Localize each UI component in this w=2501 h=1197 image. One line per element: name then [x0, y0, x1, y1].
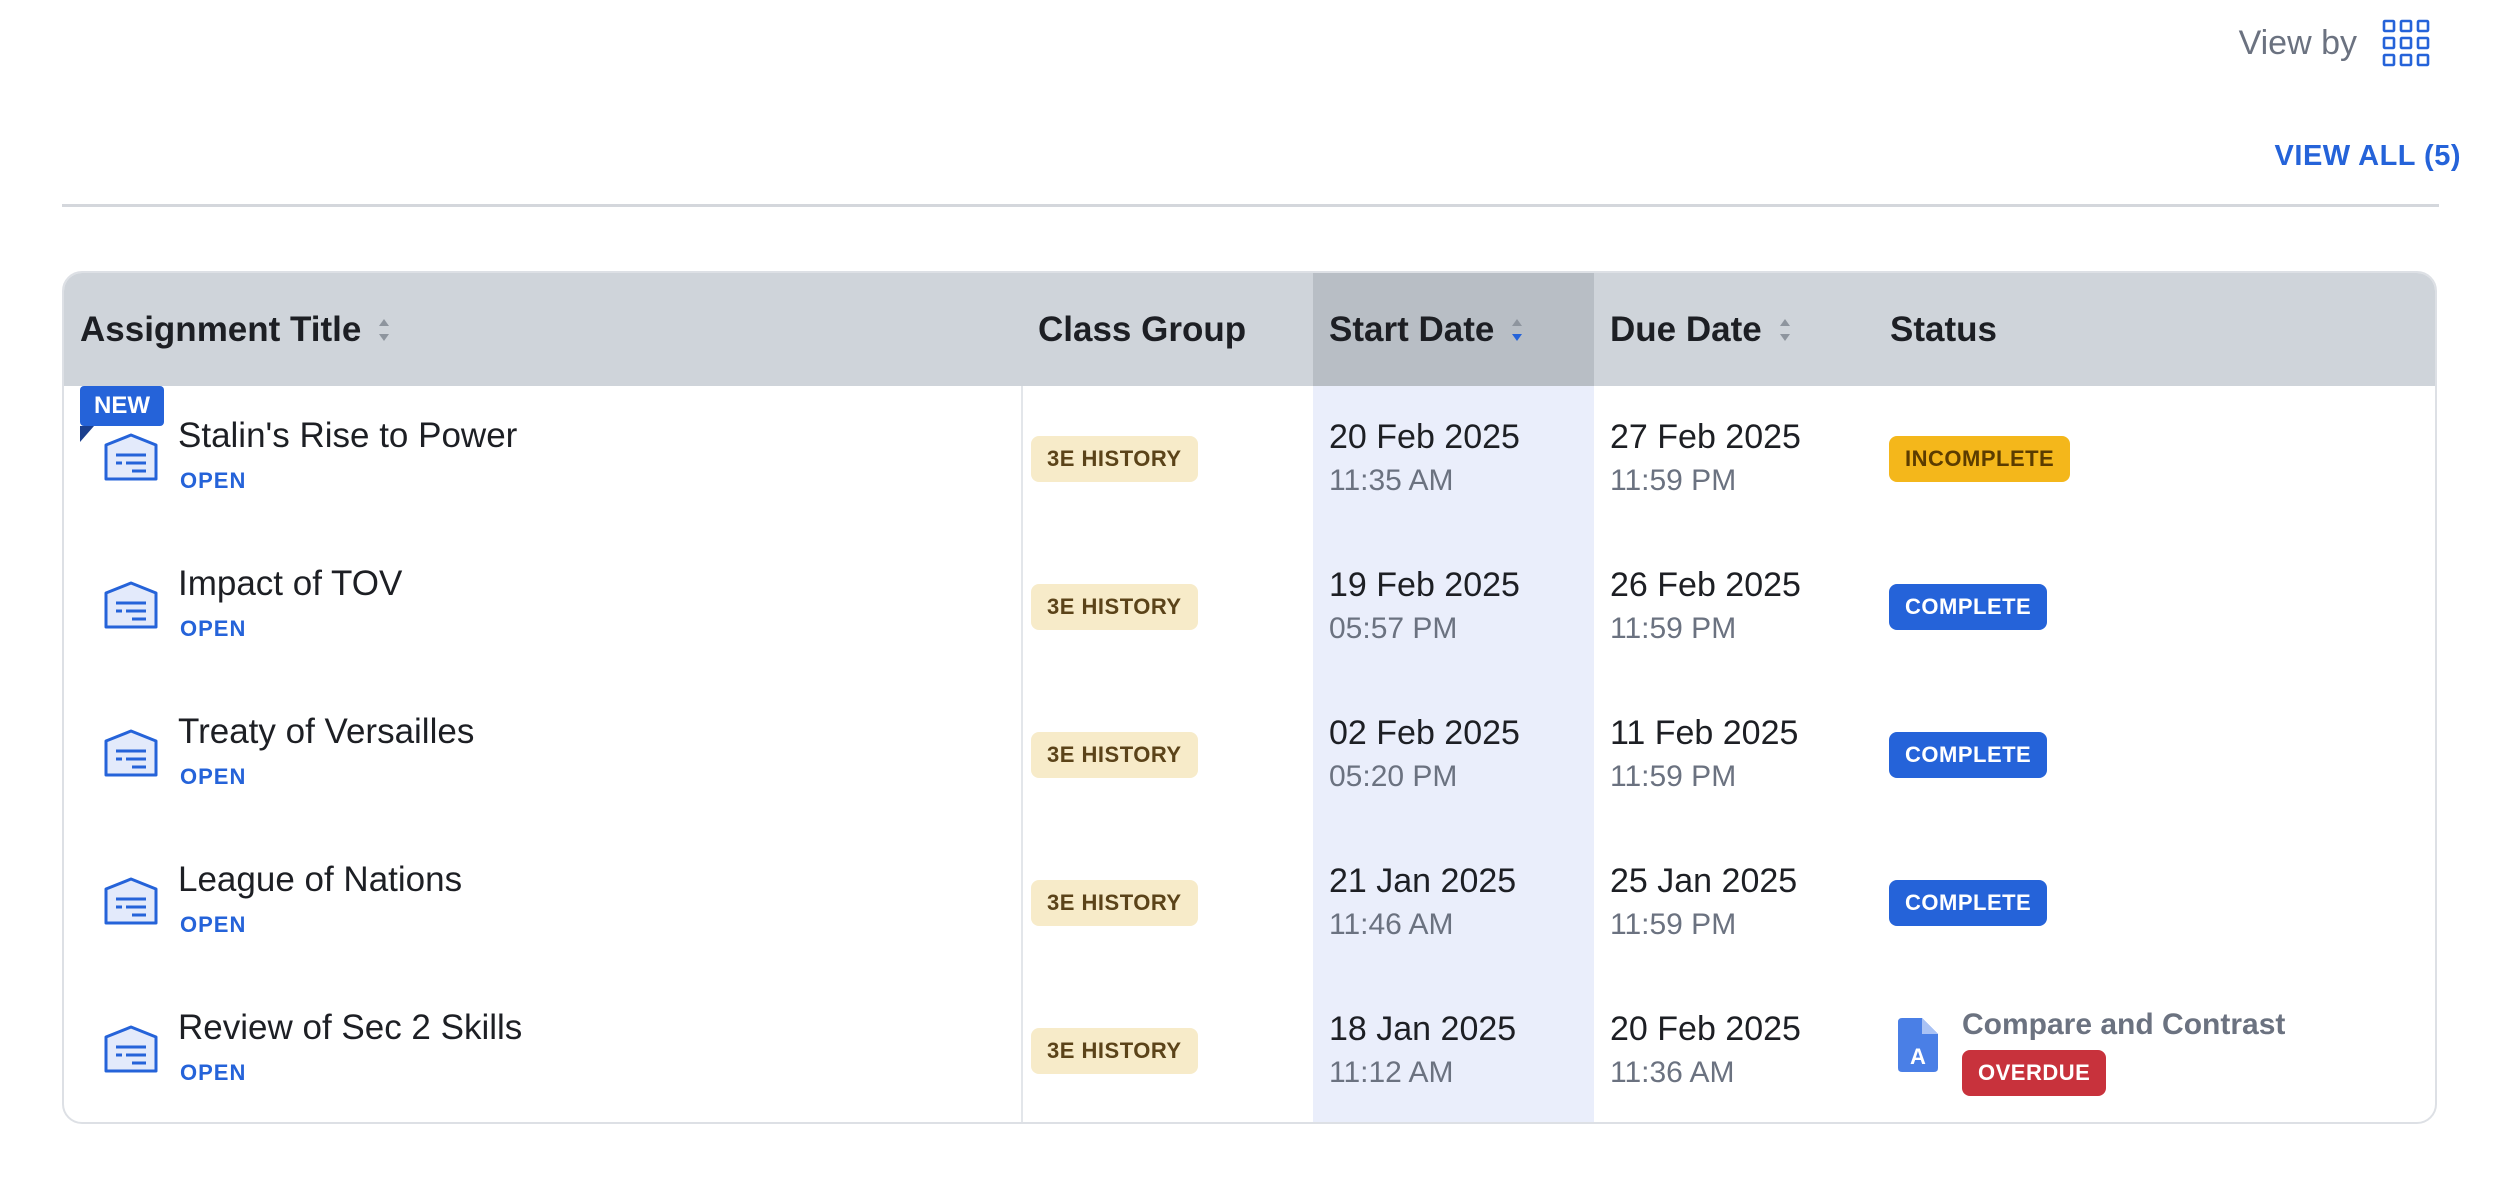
start-time: 11:12 AM [1329, 1056, 1454, 1089]
new-badge-flag [80, 426, 94, 442]
class-group-badge: 3E HISTORY [1031, 436, 1198, 482]
open-link[interactable]: OPEN [180, 912, 246, 938]
assignment-title[interactable]: Review of Sec 2 Skills [178, 1008, 522, 1048]
open-link[interactable]: OPEN [180, 468, 246, 494]
start-date: 19 Feb 2025 [1329, 566, 1520, 604]
table-row[interactable]: Impact of TOV OPEN 3E HISTORY 19 Feb 202… [64, 534, 2435, 682]
table-row[interactable]: League of Nations OPEN 3E HISTORY 21 Jan… [64, 830, 2435, 978]
column-header-label: Status [1890, 309, 1997, 349]
due-time: 11:59 PM [1610, 908, 1737, 941]
view-all-link[interactable]: VIEW ALL (5) [2275, 140, 2461, 173]
document-icon-letter: A [1910, 1044, 1926, 1069]
open-link[interactable]: OPEN [180, 616, 246, 642]
due-date: 27 Feb 2025 [1610, 418, 1801, 456]
assignment-title[interactable]: Impact of TOV [178, 564, 402, 604]
open-link[interactable]: OPEN [180, 1060, 246, 1086]
status-badge: OVERDUE [1962, 1050, 2107, 1096]
due-date: 25 Jan 2025 [1610, 862, 1798, 900]
linked-item-title[interactable]: Compare and Contrast [1962, 1008, 2285, 1042]
assignments-table: Assignment Title Class Group Start Date … [62, 271, 2437, 1124]
document-a-icon: A [1898, 1018, 1938, 1072]
due-time: 11:59 PM [1610, 464, 1737, 497]
view-by-control: View by [2239, 18, 2431, 68]
table-row[interactable]: NEW Stalin's Rise to Power OPEN 3E HISTO… [64, 386, 2435, 534]
assignment-icon [104, 877, 158, 925]
table-row[interactable]: Review of Sec 2 Skills OPEN 3E HISTORY 1… [64, 978, 2435, 1122]
start-time: 05:57 PM [1329, 612, 1458, 645]
assignment-title[interactable]: Treaty of Versailles [178, 712, 474, 752]
column-header-label: Start Date [1329, 309, 1495, 349]
status-badge: COMPLETE [1889, 584, 2048, 630]
start-date: 18 Jan 2025 [1329, 1010, 1517, 1048]
column-header-status: Status [1874, 273, 2435, 386]
column-header-label: Due Date [1610, 309, 1762, 349]
divider [62, 204, 2439, 207]
column-header-class-group: Class Group [1022, 273, 1313, 386]
assignment-title[interactable]: Stalin's Rise to Power [178, 416, 517, 456]
start-time: 05:20 PM [1329, 760, 1458, 793]
sort-icon[interactable] [377, 317, 391, 343]
start-time: 11:46 AM [1329, 908, 1454, 941]
column-header-label: Class Group [1038, 309, 1247, 349]
column-header-due-date[interactable]: Due Date [1594, 273, 1874, 386]
due-time: 11:36 AM [1610, 1056, 1735, 1089]
start-date: 20 Feb 2025 [1329, 418, 1520, 456]
class-group-badge: 3E HISTORY [1031, 732, 1198, 778]
column-header-assignment-title[interactable]: Assignment Title [64, 273, 1022, 386]
due-time: 11:59 PM [1610, 612, 1737, 645]
table-row[interactable]: Treaty of Versailles OPEN 3E HISTORY 02 … [64, 682, 2435, 830]
status-badge: COMPLETE [1889, 880, 2048, 926]
grid-icon[interactable] [2381, 18, 2431, 68]
status-badge: INCOMPLETE [1889, 436, 2071, 482]
class-group-badge: 3E HISTORY [1031, 584, 1198, 630]
assignment-title[interactable]: League of Nations [178, 860, 462, 900]
open-link[interactable]: OPEN [180, 764, 246, 790]
due-date: 11 Feb 2025 [1610, 714, 1799, 752]
status-badge: COMPLETE [1889, 732, 2048, 778]
sort-descending-icon[interactable] [1510, 317, 1524, 343]
assignment-icon [104, 729, 158, 777]
due-date: 26 Feb 2025 [1610, 566, 1801, 604]
due-time: 11:59 PM [1610, 760, 1737, 793]
sort-icon[interactable] [1778, 317, 1792, 343]
column-header-start-date[interactable]: Start Date [1313, 273, 1594, 386]
start-date: 02 Feb 2025 [1329, 714, 1520, 752]
start-time: 11:35 AM [1329, 464, 1454, 497]
assignment-icon [104, 433, 158, 481]
table-header: Assignment Title Class Group Start Date … [64, 273, 2435, 386]
start-date: 21 Jan 2025 [1329, 862, 1517, 900]
assignment-icon [104, 1025, 158, 1073]
assignment-icon [104, 581, 158, 629]
due-date: 20 Feb 2025 [1610, 1010, 1801, 1048]
new-badge: NEW [80, 386, 164, 426]
class-group-badge: 3E HISTORY [1031, 1028, 1198, 1074]
class-group-badge: 3E HISTORY [1031, 880, 1198, 926]
column-header-label: Assignment Title [80, 309, 362, 349]
view-by-label: View by [2238, 23, 2357, 62]
